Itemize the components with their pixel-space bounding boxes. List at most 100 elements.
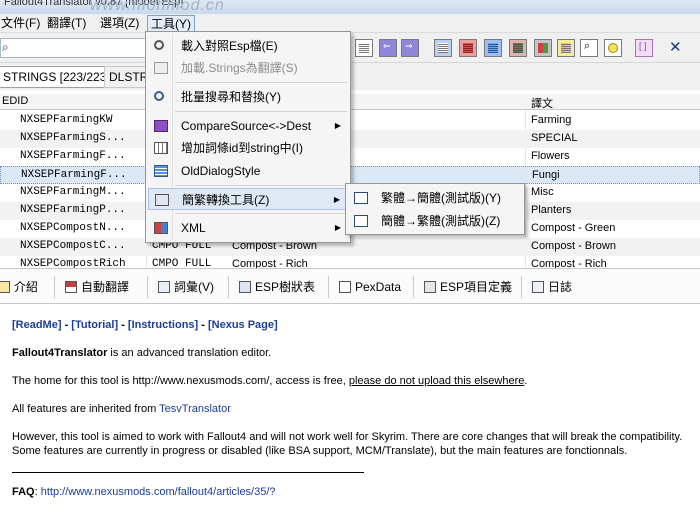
next-button[interactable]: ⇒: [401, 39, 419, 57]
book-icon: [158, 281, 170, 293]
list-blue-icon: [488, 43, 498, 53]
cell-sig: CMPO FULL: [152, 258, 212, 268]
submenu-arrow-icon: ▶: [334, 223, 341, 232]
tab-esp-tree[interactable]: ESP樹狀表: [239, 278, 315, 296]
cell-tr: Fungi: [532, 169, 560, 181]
filter-lblue-button[interactable]: [484, 39, 502, 57]
filter-mixed2-button[interactable]: [534, 39, 552, 57]
list-mixed-icon: [513, 43, 523, 53]
list-color-icon: [538, 43, 548, 53]
inherit-line: All features are inherited from TesvTran…: [12, 403, 231, 415]
menu-tools[interactable]: 工具(Y): [147, 15, 195, 32]
dialog-style-icon: [154, 165, 168, 177]
menu-options[interactable]: 選項(Z): [97, 15, 142, 32]
list-icon: [438, 43, 448, 53]
column-edid[interactable]: EDID: [2, 95, 28, 107]
tab-separator: [521, 276, 522, 298]
watermark: www.mohmod.cn: [90, 0, 225, 14]
list-yellow-icon: [561, 43, 571, 53]
tutorial-link[interactable]: [Tutorial]: [71, 319, 118, 331]
menu-separator: [175, 111, 347, 112]
menu-item-add-id[interactable]: 增加詞條id到string中(I): [148, 137, 348, 159]
grid-icon: [359, 43, 369, 53]
menu-item-batch-replace[interactable]: 批量搜尋和替換(Y): [148, 86, 348, 108]
cell-tr: Compost - Rich: [531, 258, 607, 268]
upload-warning-link[interactable]: please do not upload this elsewhere: [349, 375, 525, 387]
menu-separator: [175, 82, 347, 83]
convert-submenu: 繁體→簡體(測試版)(Y) 簡體→繁體(測試版)(Z): [345, 183, 525, 235]
add-id-icon: [154, 142, 168, 154]
close-icon[interactable]: ✕: [669, 38, 682, 56]
intro-content: [ReadMe] - [Tutorial] - [Instructions] -…: [0, 304, 700, 521]
cell-edid: NXSEPFarmingP...: [20, 204, 126, 216]
link-bar: [ReadMe] - [Tutorial] - [Instructions] -…: [12, 319, 278, 331]
menu-item-old-dialog[interactable]: OldDialogStyle: [148, 160, 348, 182]
bracket-button[interactable]: [ ]: [635, 39, 653, 57]
filter-red-button[interactable]: [459, 39, 477, 57]
nexus-link[interactable]: [Nexus Page]: [208, 319, 278, 331]
tab-intro[interactable]: 介紹: [0, 278, 38, 296]
filter-yellow-button[interactable]: [557, 39, 575, 57]
cell-tr: Farming: [531, 114, 572, 126]
trad-to-simp-icon: [354, 192, 368, 204]
table-row[interactable]: NXSEPCompostRich CMPO FULL Compost - Rich C…: [0, 256, 700, 268]
cell-full: Compost - Rich: [232, 258, 308, 268]
title-bar: Fallout4Translator v0.87 [model Esp] www…: [0, 0, 700, 14]
menu-item-xml[interactable]: XML ▶: [148, 217, 348, 239]
however-paragraph: However, this tool is aimed to work with…: [12, 431, 683, 457]
tab-pexdata[interactable]: PexData: [339, 278, 401, 296]
menu-translate[interactable]: 翻譯(T): [44, 15, 89, 32]
menu-file[interactable]: 文件(F): [0, 15, 43, 32]
bracket-icon: [ ]: [639, 41, 647, 51]
tab-auto-translate[interactable]: 自動翻譯: [65, 278, 129, 296]
cell-edid: NXSEPCompostN...: [20, 222, 126, 234]
filter-blue-button[interactable]: [434, 39, 452, 57]
find-button[interactable]: ⌕: [580, 39, 598, 57]
divider: [12, 472, 364, 473]
home-icon: [0, 281, 10, 293]
tab-separator: [413, 276, 414, 298]
cell-tr: Flowers: [531, 150, 570, 162]
arrow-left-icon: ⇐: [383, 41, 391, 51]
tab-vocabulary[interactable]: 詞彙(V): [158, 278, 214, 296]
search-input[interactable]: ⌕: [0, 38, 150, 58]
tab-log[interactable]: 日誌: [532, 278, 572, 296]
hint-button[interactable]: [604, 39, 622, 57]
cell-edid: NXSEPFarmingF...: [20, 150, 126, 162]
definitions-icon: [424, 281, 436, 293]
menu-item-trad-to-simp[interactable]: 繁體→簡體(測試版)(Y): [348, 187, 522, 209]
search-icon: ⌕: [2, 40, 9, 54]
cell-edid: NXSEPFarmingS...: [20, 132, 126, 144]
instructions-link[interactable]: [Instructions]: [128, 319, 198, 331]
filter-mixed-button[interactable]: [509, 39, 527, 57]
menu-item-load-strings[interactable]: 加載.Strings為翻譯(S): [148, 57, 348, 79]
menu-item-convert[interactable]: 簡繁轉換工具(Z) ▶: [148, 188, 348, 210]
menu-item-compare[interactable]: CompareSource<->Dest ▶: [148, 115, 348, 137]
menu-separator: [175, 185, 347, 186]
tesvtranslator-link[interactable]: TesvTranslator: [159, 403, 231, 415]
compare-icon: [154, 120, 168, 132]
tab-separator: [147, 276, 148, 298]
load-esp-icon: [154, 40, 164, 50]
readme-link[interactable]: [ReadMe]: [12, 319, 62, 331]
cell-edid: NXSEPCompostC...: [20, 240, 126, 252]
batch-replace-icon: [154, 91, 164, 101]
bottom-tabs: 介紹 自動翻譯 詞彙(V) ESP樹狀表 PexData ESP項目定義 日誌: [0, 268, 700, 304]
log-icon: [532, 281, 544, 293]
tab-separator: [328, 276, 329, 298]
prev-button[interactable]: ⇐: [379, 39, 397, 57]
faq-link[interactable]: http://www.nexusmods.com/fallout4/articl…: [41, 486, 276, 498]
submenu-arrow-icon: ▶: [333, 195, 340, 204]
cell-edid: NXSEPFarmingKW: [20, 114, 113, 126]
cell-tr: Planters: [531, 204, 572, 216]
grid-view-button[interactable]: [355, 39, 373, 57]
arrow-right-icon: ⇒: [405, 41, 413, 51]
column-translation[interactable]: 譯文: [531, 95, 553, 111]
menu-item-simp-to-trad[interactable]: 簡體→繁體(測試版)(Z): [348, 210, 522, 232]
tab-esp-defs[interactable]: ESP項目定義: [424, 278, 512, 296]
xml-icon: [154, 222, 168, 234]
faq-line: FAQ: http://www.nexusmods.com/fallout4/a…: [12, 486, 276, 498]
intro-line: Fallout4Translator is an advanced transl…: [12, 347, 272, 359]
tab-strings[interactable]: STRINGS [223/223]: [0, 66, 115, 88]
menu-item-load-esp[interactable]: 載入對照Esp檔(E): [148, 35, 348, 57]
